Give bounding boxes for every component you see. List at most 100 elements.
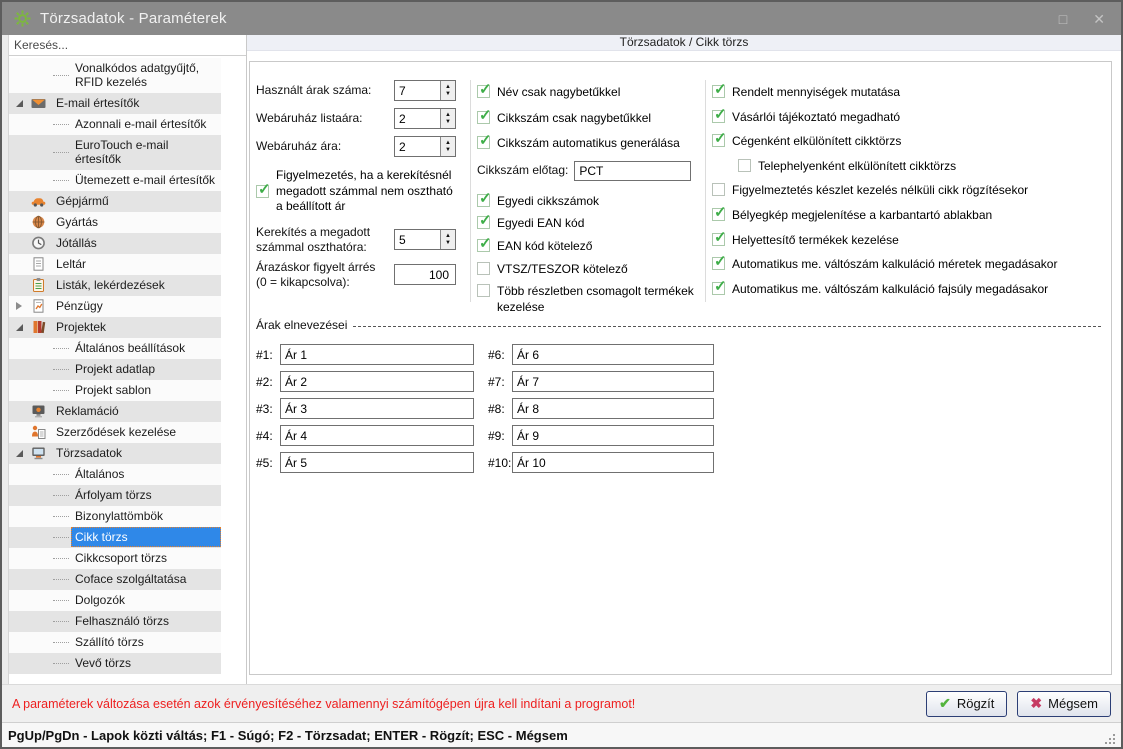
checkbox-checked[interactable]	[477, 239, 490, 252]
price-name-input[interactable]	[280, 371, 474, 392]
checkbox-row[interactable]: Bélyegkép megjelenítése a karbantartó ab…	[712, 207, 1105, 224]
checkbox-row[interactable]: Vásárlói tájékoztató megadható	[712, 109, 1105, 126]
checkbox-checked[interactable]	[712, 134, 725, 147]
checkbox-checked[interactable]	[256, 185, 269, 198]
tree-item[interactable]: Listák, lekérdezések	[9, 275, 221, 296]
collapse-arrow-icon[interactable]	[16, 324, 28, 331]
checkbox-row[interactable]: Automatikus me. váltószám kalkuláció faj…	[712, 281, 1105, 298]
tree-item[interactable]: Jótállás	[9, 233, 221, 254]
checkbox-checked[interactable]	[712, 208, 725, 221]
cancel-button[interactable]: ✖ Mégsem	[1017, 691, 1111, 717]
tree-guide-dots	[53, 558, 69, 559]
checkbox-unchecked[interactable]	[477, 284, 490, 297]
tree-item[interactable]: Árfolyam törzs	[9, 485, 221, 506]
tree-item[interactable]: Projekt sablon	[9, 380, 221, 401]
maximize-button[interactable]: □	[1059, 12, 1067, 26]
checkbox-unchecked[interactable]	[712, 183, 725, 196]
expand-arrow-icon[interactable]	[16, 302, 28, 310]
tree-item[interactable]: Leltár	[9, 254, 221, 275]
price-name-input[interactable]	[512, 398, 714, 419]
search-input[interactable]	[9, 35, 246, 56]
rounding-divisor-spinner[interactable]: 5 ▲▼	[394, 229, 456, 250]
checkbox-checked[interactable]	[712, 110, 725, 123]
price-name-input[interactable]	[280, 344, 474, 365]
tree-item[interactable]: Általános beállítások	[9, 338, 221, 359]
checkbox-row[interactable]: Egyedi cikkszámok	[477, 193, 703, 210]
tree-item[interactable]: Bizonylattömbök	[9, 506, 221, 527]
checkbox-row[interactable]: EAN kód kötelező	[477, 238, 703, 255]
used-prices-spinner[interactable]: 7 ▲▼	[394, 80, 456, 101]
tree-item[interactable]: Felhasználó törzs	[9, 611, 221, 632]
tree-item[interactable]: EuroTouch e-mail értesítők	[9, 135, 221, 170]
tree-item[interactable]: Gépjármű	[9, 191, 221, 212]
close-button[interactable]: ✕	[1093, 12, 1105, 26]
checkbox-checked[interactable]	[712, 85, 725, 98]
tree-item[interactable]: Általános	[9, 464, 221, 485]
tree-item[interactable]: Törzsadatok	[9, 443, 221, 464]
price-name-input[interactable]	[280, 452, 474, 473]
spinner-up-down-icon[interactable]: ▲▼	[440, 230, 455, 249]
checkbox-row[interactable]: Rendelt mennyiségek mutatása	[712, 84, 1105, 101]
used-prices-value: 7	[395, 81, 440, 100]
spinner-up-down-icon[interactable]: ▲▼	[440, 137, 455, 156]
checkbox-checked[interactable]	[477, 216, 490, 229]
tree-item[interactable]: Cikk törzs	[9, 527, 221, 548]
tree-item[interactable]: Szerződések kezelése	[9, 422, 221, 443]
tree-item[interactable]: Reklamáció	[9, 401, 221, 422]
checkbox-row[interactable]: Több részletben csomagolt termékek kezel…	[477, 283, 703, 315]
tree-item[interactable]: Projektek	[9, 317, 221, 338]
webshop-listprice-spinner[interactable]: 2 ▲▼	[394, 108, 456, 129]
checkbox-checked[interactable]	[477, 85, 490, 98]
collapse-arrow-icon[interactable]	[16, 450, 28, 457]
tree-item[interactable]: Coface szolgáltatása	[9, 569, 221, 590]
tree-item[interactable]: E-mail értesítők	[9, 93, 221, 114]
article-prefix-input[interactable]	[574, 161, 691, 181]
checkbox-unchecked[interactable]	[738, 159, 751, 172]
price-name-input[interactable]	[280, 398, 474, 419]
checkbox-row[interactable]: Automatikus me. váltószám kalkuláció mér…	[712, 256, 1105, 273]
watched-margin-input[interactable]	[394, 264, 456, 285]
checkbox-row[interactable]: Figyelmeztetés készlet kezelés nélküli c…	[712, 182, 1105, 199]
price-name-input[interactable]	[512, 371, 714, 392]
checkbox-row[interactable]: Telephelyenként elkülönített cikktörzs	[738, 158, 1105, 175]
price-name-input[interactable]	[512, 344, 714, 365]
tree-item[interactable]: Gyártás	[9, 212, 221, 233]
tree-item[interactable]: Vevő törzs	[9, 653, 221, 674]
checkbox-row[interactable]: Cikkszám csak nagybetűkkel	[477, 110, 703, 127]
checkbox-checked[interactable]	[712, 257, 725, 270]
checkbox-unchecked[interactable]	[477, 262, 490, 275]
checkbox-row[interactable]: Cégenként elkülönített cikktörzs	[712, 133, 1105, 150]
tree-item[interactable]: Cikkcsoport törzs	[9, 548, 221, 569]
resize-grip[interactable]	[1103, 733, 1117, 747]
webshop-price-spinner[interactable]: 2 ▲▼	[394, 136, 456, 157]
price-name-input[interactable]	[280, 425, 474, 446]
tree-item[interactable]: Dolgozók	[9, 590, 221, 611]
save-button[interactable]: ✔ Rögzít	[926, 691, 1007, 717]
sidebar-splitter[interactable]	[2, 35, 9, 684]
tree-item-label: Törzsadatok	[52, 443, 126, 463]
rounding-warning-checkbox-row[interactable]: Figyelmezetés, ha a kerekítésnél megadot…	[256, 167, 468, 215]
price-name-input[interactable]	[512, 425, 714, 446]
checkbox-checked[interactable]	[477, 194, 490, 207]
checkbox-row[interactable]: Cikkszám automatikus generálása	[477, 135, 703, 152]
checkbox-checked[interactable]	[477, 111, 490, 124]
checkbox-checked[interactable]	[712, 282, 725, 295]
tree-item[interactable]: Pénzügy	[9, 296, 221, 317]
tree-item[interactable]: Azonnali e-mail értesítők	[9, 114, 221, 135]
tree-item[interactable]: Projekt adatlap	[9, 359, 221, 380]
checkbox-row[interactable]: Név csak nagybetűkkel	[477, 84, 703, 101]
checkbox-row[interactable]: Egyedi EAN kód	[477, 215, 703, 232]
app-gear-icon	[14, 10, 31, 27]
spinner-up-down-icon[interactable]: ▲▼	[440, 81, 455, 100]
tree-item[interactable]: Vonalkódos adatgyűjtő, RFID kezelés	[9, 58, 221, 93]
checkbox-checked[interactable]	[712, 233, 725, 246]
checkbox-checked[interactable]	[477, 136, 490, 149]
checkbox-label: Vásárlói tájékoztató megadható	[732, 109, 900, 126]
spinner-up-down-icon[interactable]: ▲▼	[440, 109, 455, 128]
collapse-arrow-icon[interactable]	[16, 100, 28, 107]
checkbox-row[interactable]: Helyettesítő termékek kezelése	[712, 232, 1105, 249]
tree-item[interactable]: Ütemezett e-mail értesítők	[9, 170, 221, 191]
tree-item[interactable]: Szállító törzs	[9, 632, 221, 653]
price-name-input[interactable]	[512, 452, 714, 473]
checkbox-row[interactable]: VTSZ/TESZOR kötelező	[477, 261, 703, 278]
